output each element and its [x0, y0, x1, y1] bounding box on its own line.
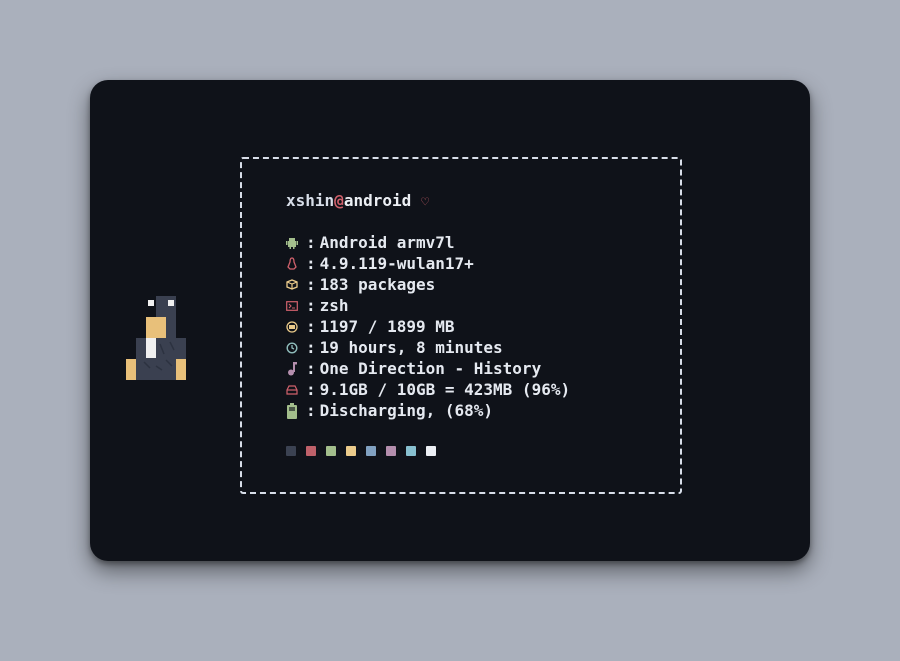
row-value: zsh — [319, 296, 349, 315]
color-palette — [286, 446, 570, 456]
info-row: :183 packages — [286, 274, 570, 295]
hostname: android — [343, 191, 412, 210]
info-row: : Android armv7l — [286, 232, 570, 253]
clock-icon — [286, 341, 298, 355]
penguin-mascot-icon — [126, 296, 186, 380]
battery-icon — [286, 402, 298, 419]
color-swatch — [386, 446, 396, 456]
heart-icon: ♡ — [421, 195, 430, 210]
row-separator: : — [306, 380, 316, 399]
color-swatch — [326, 446, 336, 456]
info-row: :4.9.119-wulan17+ — [286, 253, 570, 274]
row-separator: : — [306, 296, 316, 315]
color-swatch — [306, 446, 316, 456]
row-value: One Direction - History — [319, 359, 542, 378]
row-separator: : — [306, 233, 316, 252]
row-value: 4.9.119-wulan17+ — [319, 254, 474, 273]
color-swatch — [366, 446, 376, 456]
color-swatch — [406, 446, 416, 456]
row-value: Discharging, (68%) — [319, 401, 494, 420]
row-value: 1197 / 1899 MB — [319, 317, 455, 336]
color-swatch — [286, 446, 296, 456]
music-note-icon — [286, 361, 298, 376]
info-row: :1197 / 1899 MB — [286, 316, 570, 337]
color-swatch — [426, 446, 436, 456]
row-separator: : — [306, 254, 316, 273]
row-value: 9.1GB / 10GB = 423MB (96%) — [319, 380, 571, 399]
info-row: : One Direction - History — [286, 358, 570, 379]
info-row: :19 hours, 8 minutes — [286, 337, 570, 358]
package-icon — [286, 278, 298, 292]
row-value: Android armv7l — [319, 233, 455, 252]
memory-icon — [286, 320, 298, 334]
terminal-window: xshin@android ♡ : Android armv7l:4.9.119-w… — [90, 80, 810, 561]
row-separator: : — [306, 317, 316, 336]
info-row: : Discharging, (68%) — [286, 400, 570, 421]
row-value: 19 hours, 8 minutes — [319, 338, 503, 357]
info-row: : zsh — [286, 295, 570, 316]
terminal-icon — [286, 299, 298, 313]
at-sign: @ — [334, 191, 344, 210]
row-separator: : — [306, 401, 316, 420]
row-separator: : — [306, 275, 316, 294]
user-host-title: xshin@android ♡ — [286, 190, 570, 211]
row-value: 183 packages — [319, 275, 436, 294]
fetch-output: xshin@android ♡ : Android armv7l:4.9.119-w… — [286, 190, 570, 456]
info-row: :9.1GB / 10GB = 423MB (96%) — [286, 379, 570, 400]
disk-icon — [286, 383, 298, 397]
row-separator: : — [306, 359, 316, 378]
color-swatch — [346, 446, 356, 456]
info-rows: : Android armv7l:4.9.119-wulan17+:183 pac… — [286, 232, 570, 421]
username: xshin — [286, 191, 335, 210]
linux-icon — [286, 257, 298, 271]
row-separator: : — [306, 338, 316, 357]
android-icon — [286, 236, 298, 250]
